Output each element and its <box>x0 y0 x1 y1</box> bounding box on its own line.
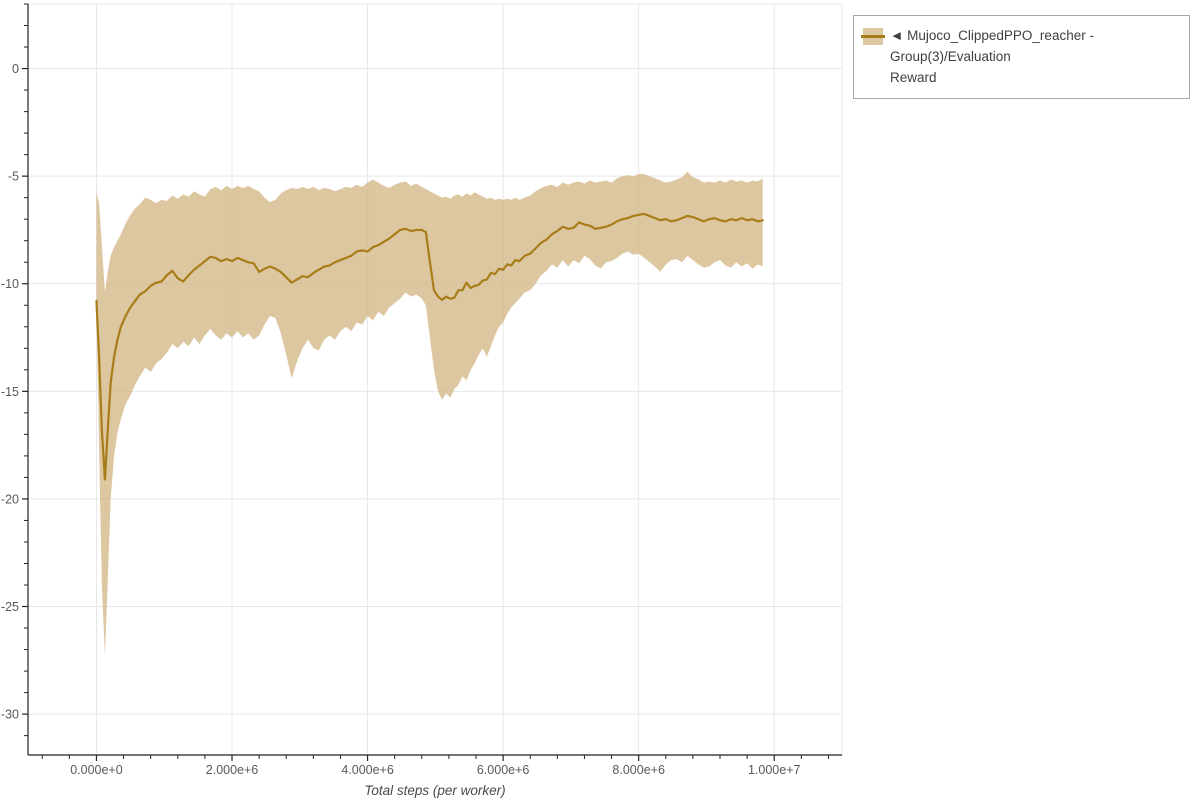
y-tick-labels: 0 -5 -10 -15 -20 -25 -30 <box>1 62 19 722</box>
y-tick-label: 0 <box>12 62 19 76</box>
x-tick-label: 8.000e+6 <box>612 763 665 777</box>
plot-area[interactable] <box>28 4 842 755</box>
legend-swatch-line-icon <box>861 35 885 38</box>
legend-item[interactable]: ◄ Mujoco_ClippedPPO_reacher - Group(3)/E… <box>853 15 1190 99</box>
x-tick-label: 4.000e+6 <box>341 763 394 777</box>
y-tick-label: -15 <box>1 385 19 399</box>
y-tick-label: -5 <box>8 170 19 184</box>
x-axis-label: Total steps (per worker) <box>364 783 505 798</box>
legend-label-line2: Reward <box>890 70 937 85</box>
x-tick-label: 1.000e+7 <box>748 763 801 777</box>
x-tick-labels: 0.000e+0 2.000e+6 4.000e+6 6.000e+6 8.000e+6… <box>70 763 800 777</box>
y-tick-label: -10 <box>1 277 19 291</box>
x-tick-label: 2.000e+6 <box>206 763 259 777</box>
x-tick-label: 0.000e+0 <box>70 763 123 777</box>
y-tick-label: -30 <box>1 708 19 722</box>
x-tick-label: 6.000e+6 <box>477 763 530 777</box>
y-tick-label: -20 <box>1 492 19 506</box>
y-tick-label: -25 <box>1 600 19 614</box>
legend-swatch-icon <box>861 28 885 45</box>
legend-label: ◄ Mujoco_ClippedPPO_reacher - Group(3)/E… <box>890 25 1181 88</box>
reward-chart[interactable]: 0.000e+0 2.000e+6 4.000e+6 6.000e+6 8.000e+6… <box>0 0 1200 800</box>
legend-label-line1: ◄ Mujoco_ClippedPPO_reacher - Group(3)/E… <box>890 28 1094 64</box>
